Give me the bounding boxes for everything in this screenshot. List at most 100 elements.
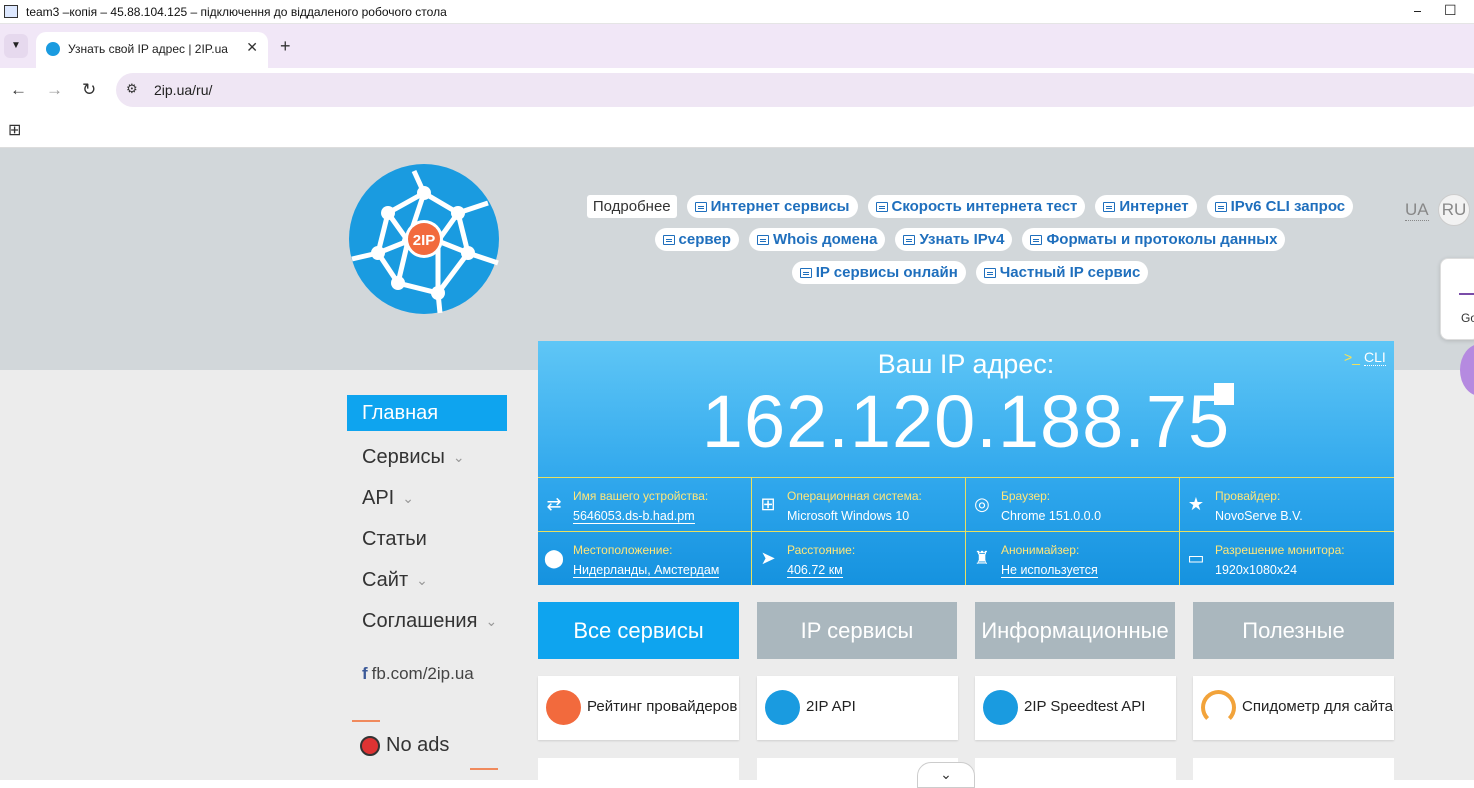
- chevron-down-icon: ⌄: [416, 571, 428, 588]
- chevron-down-icon: ⌄: [402, 489, 414, 506]
- no-ads-banner[interactable]: No ads: [350, 720, 500, 780]
- favicon-icon: [46, 42, 60, 56]
- service-card[interactable]: 2IP Speedtest API: [975, 676, 1176, 740]
- lang-ua-link[interactable]: UA: [1405, 200, 1429, 221]
- ip-info-label: Разрешение монитора:: [1215, 543, 1345, 557]
- service-card-partial[interactable]: [1193, 758, 1394, 788]
- ip-info-cell: ⬤ Местоположение: Нидерланды, Амстердам: [538, 532, 752, 585]
- list-icon: [903, 234, 916, 245]
- device-icon: ⇄: [546, 494, 562, 514]
- header-nav-link[interactable]: Whois домена: [748, 228, 886, 251]
- header-nav-link[interactable]: сервер: [654, 228, 739, 251]
- sidebar-item[interactable]: Главная: [347, 395, 507, 431]
- sidebar-item[interactable]: Сервисы ⌄: [347, 436, 507, 477]
- service-card-icon: [546, 690, 581, 725]
- window-title: team3 –копія – 45.88.104.125 – підключен…: [26, 5, 447, 19]
- maximize-button[interactable]: ☐: [1444, 2, 1457, 19]
- ip-info-label: Браузер:: [1001, 489, 1051, 503]
- service-card-icon: [765, 690, 800, 725]
- header-nav-link[interactable]: Узнать IPv4: [895, 228, 1013, 251]
- service-tab[interactable]: Все сервисы: [538, 602, 739, 659]
- header-nav-link[interactable]: Скорость интернета тест: [867, 195, 1086, 218]
- ip-info-cell: ⊞ Операционная система: Microsoft Windows …: [752, 478, 966, 532]
- facebook-icon: f: [362, 664, 368, 683]
- lang-ru-button[interactable]: RU: [1438, 194, 1470, 226]
- header-nav-label: Скорость интернета тест: [891, 198, 1078, 215]
- ip-info-value: Microsoft Windows 10: [787, 509, 910, 523]
- list-icon: [1214, 201, 1227, 212]
- ip-info-label: Провайдер:: [1215, 489, 1281, 503]
- header-nav-link[interactable]: Интернет: [1095, 195, 1197, 218]
- service-tab[interactable]: Полезные: [1193, 602, 1394, 659]
- sidebar-item-label: Главная: [362, 402, 439, 424]
- ip-info-value[interactable]: 5646053.ds-b.had.pm: [573, 509, 695, 524]
- ip-info-cell: ♜ Анонимайзер: Не используется: [966, 532, 1180, 585]
- list-icon: [875, 201, 888, 212]
- header-nav-row: IP сервисы онлайн Частный IP сервис: [540, 261, 1400, 284]
- service-tab[interactable]: Информационные: [975, 602, 1175, 659]
- service-tab[interactable]: IP сервисы: [757, 602, 957, 659]
- service-card-label: Спидометр для сайта: [1242, 698, 1394, 715]
- minimize-button[interactable]: ⎯: [1414, 2, 1421, 19]
- service-card[interactable]: Рейтинг провайдеров: [538, 676, 739, 740]
- sidebar-item[interactable]: Сайт ⌄: [347, 559, 507, 600]
- service-card-partial[interactable]: [975, 758, 1176, 788]
- tab-title: Узнать свой IP адрес | 2IP.ua: [68, 42, 228, 56]
- ip-info-value[interactable]: Не используется: [1001, 563, 1098, 578]
- header-nav-link[interactable]: Интернет сервисы: [686, 195, 858, 218]
- browser-tab-active[interactable]: Узнать свой IP адрес | 2IP.ua ✕: [36, 32, 268, 68]
- ip-address[interactable]: 162.120.188.75: [538, 379, 1394, 464]
- ip-info-cell: ★ Провайдер: NovoServe B.V.: [1180, 478, 1394, 532]
- sidebar-item[interactable]: API ⌄: [347, 477, 507, 518]
- ip-info-value: Chrome 151.0.0.0: [1001, 509, 1102, 523]
- logo-text: 2IP: [413, 232, 436, 249]
- facebook-link[interactable]: f fb.com/2ip.ua: [347, 664, 507, 684]
- page-content: 2IP Подробнее Интернет сервисы Скорость ин…: [0, 148, 1474, 788]
- header-nav-link[interactable]: IPv6 CLI запрос: [1206, 195, 1354, 218]
- sidebar-item-label: Сервисы: [362, 445, 445, 468]
- new-tab-button[interactable]: +: [280, 36, 291, 57]
- ip-info-value[interactable]: 406.72 км: [787, 563, 843, 578]
- reload-button[interactable]: ↻: [82, 80, 96, 100]
- 2ip-logo[interactable]: 2IP: [348, 163, 500, 315]
- header-nav-label: IP сервисы онлайн: [815, 264, 958, 281]
- facebook-link-text: fb.com/2ip.ua: [371, 664, 474, 683]
- cli-link[interactable]: >_ CLI: [1344, 349, 1386, 366]
- back-button[interactable]: ←: [10, 80, 27, 100]
- header-nav-label: Whois домена: [772, 231, 878, 248]
- tab-search-button[interactable]: ▼: [4, 34, 28, 58]
- apps-grid-icon[interactable]: ⊞: [8, 120, 21, 140]
- sidebar-item[interactable]: Статьи: [347, 518, 507, 559]
- sidebar-item-label: Сайт: [362, 568, 409, 591]
- tab-close-icon[interactable]: ✕: [246, 39, 258, 56]
- browser-toolbar: ← → ↻ ⚙ 2ip.ua/ru/: [0, 68, 1474, 112]
- header-nav-link[interactable]: Подробнее: [586, 195, 677, 218]
- header-nav-label: Частный IP сервис: [999, 264, 1141, 281]
- service-card-icon: [1201, 690, 1236, 725]
- service-card-partial[interactable]: [538, 758, 739, 788]
- browser-icon: ◎: [974, 494, 990, 514]
- ip-info-value[interactable]: Нидерланды, Амстердам: [573, 563, 720, 578]
- header-nav-row: Подробнее Интернет сервисы Скорость интерн…: [540, 195, 1400, 218]
- header-nav-link[interactable]: Частный IP сервис: [975, 261, 1149, 284]
- scroll-down-button[interactable]: ⌄: [917, 762, 975, 788]
- remote-desktop-icon: [4, 5, 18, 18]
- ip-info-cell: ▭ Разрешение монитора: 1920x1080x24: [1180, 532, 1394, 585]
- service-card-label: 2IP API: [806, 698, 856, 715]
- ip-info-grid: ⇄ Имя вашего устройства: 5646053.ds-b.had.…: [538, 477, 1394, 585]
- list-icon: [662, 234, 675, 245]
- service-card[interactable]: Спидометр для сайта: [1193, 676, 1394, 740]
- forward-button[interactable]: →: [46, 80, 63, 100]
- monitor-icon: ▭: [1187, 548, 1205, 568]
- copy-icon[interactable]: [1214, 383, 1234, 405]
- header-nav-link[interactable]: Форматы и протоколы данных: [1022, 228, 1286, 251]
- service-card[interactable]: 2IP API: [757, 676, 958, 740]
- address-bar[interactable]: ⚙ 2ip.ua/ru/: [116, 73, 1474, 107]
- site-info-icon[interactable]: ⚙: [126, 81, 138, 97]
- sidebar-item[interactable]: Соглашения ⌄: [347, 600, 507, 641]
- sidebar-extra: f fb.com/2ip.ua: [347, 650, 507, 684]
- ip-info-cell: ⇄ Имя вашего устройства: 5646053.ds-b.had.…: [538, 478, 752, 532]
- list-icon: [694, 201, 707, 212]
- header-nav-link[interactable]: IP сервисы онлайн: [791, 261, 966, 284]
- sidebar-item-label: API: [362, 486, 395, 509]
